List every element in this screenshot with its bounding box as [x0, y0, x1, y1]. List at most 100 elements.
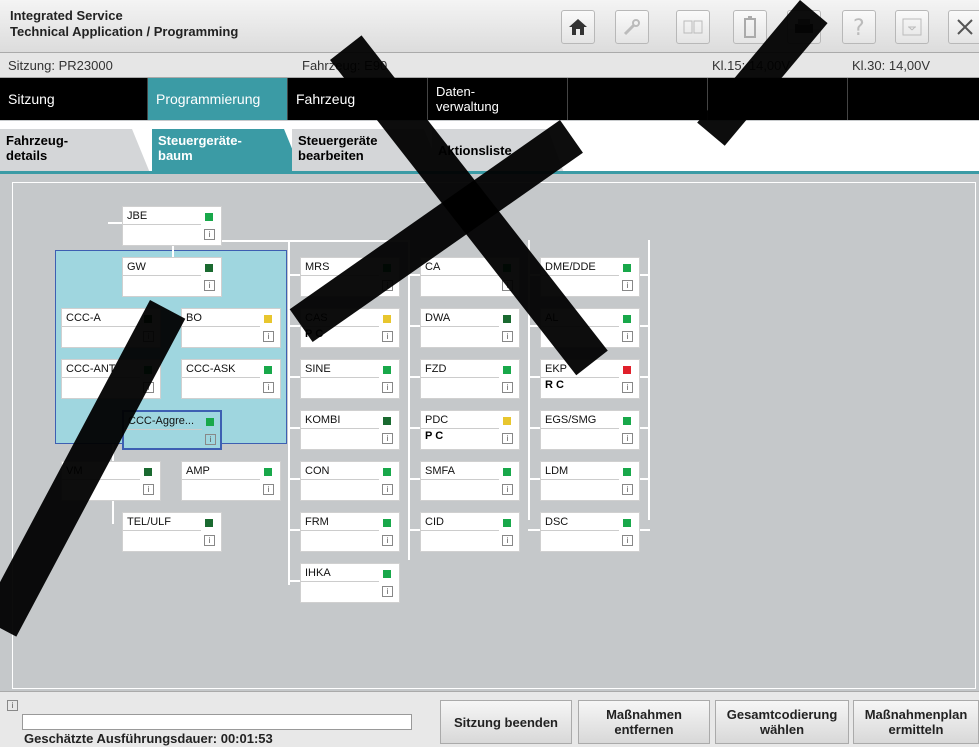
- ecu-node[interactable]: CCC-Aggre... i: [122, 410, 222, 450]
- info-icon[interactable]: i: [263, 382, 274, 393]
- ecu-node[interactable]: PDC P C i: [420, 410, 520, 450]
- app-title: Integrated Service Technical Application…: [10, 8, 239, 39]
- ecu-node[interactable]: CON i: [300, 461, 400, 501]
- ecu-node[interactable]: TEL/ULF i: [122, 512, 222, 552]
- info-icon[interactable]: i: [622, 433, 633, 444]
- ecu-divider: [123, 275, 201, 276]
- info-icon[interactable]: i: [502, 535, 513, 546]
- bottom-panel: i Geschätzte Ausführungsdauer: 00:01:53 …: [0, 691, 979, 747]
- info-icon[interactable]: i: [502, 433, 513, 444]
- info-icon[interactable]: i: [205, 434, 216, 445]
- status-led: [623, 264, 631, 272]
- ecu-node[interactable]: JBE i: [122, 206, 222, 246]
- ecu-node[interactable]: EKP R C i: [540, 359, 640, 399]
- connector-line: [528, 478, 540, 480]
- tab-fahrzeugdetails[interactable]: Fahrzeug-details: [0, 129, 150, 173]
- connector-line: [528, 529, 540, 531]
- ecu-name: IHKA: [305, 567, 331, 579]
- ecu-node[interactable]: SINE i: [300, 359, 400, 399]
- wrench-icon[interactable]: [615, 10, 649, 44]
- split-view-icon[interactable]: [676, 10, 710, 44]
- remove-measures-button[interactable]: Maßnahmen entfernen: [578, 700, 710, 744]
- info-icon[interactable]: i: [502, 382, 513, 393]
- home-icon[interactable]: [561, 10, 595, 44]
- ecu-divider: [541, 428, 619, 429]
- minimize-icon[interactable]: [895, 10, 929, 44]
- ecu-node[interactable]: IHKA i: [300, 563, 400, 603]
- info-icon[interactable]: i: [263, 331, 274, 342]
- info-icon[interactable]: i: [204, 229, 215, 240]
- ecu-divider: [301, 377, 379, 378]
- info-icon[interactable]: i: [382, 484, 393, 495]
- info-icon[interactable]: i: [382, 382, 393, 393]
- battery-icon[interactable]: [733, 10, 767, 44]
- select-overall-coding-button[interactable]: Gesamtcodierung wählen: [715, 700, 849, 744]
- connector-line: [640, 274, 650, 276]
- connector-line: [408, 240, 410, 560]
- ecu-node[interactable]: CCC-ASK i: [181, 359, 281, 399]
- ecu-node[interactable]: CID i: [420, 512, 520, 552]
- ecu-name: BO: [186, 312, 202, 324]
- ecu-flag: P C: [425, 430, 444, 442]
- ecu-node[interactable]: DSC i: [540, 512, 640, 552]
- close-icon[interactable]: [948, 10, 979, 44]
- info-icon[interactable]: i: [502, 331, 513, 342]
- determine-plan-button[interactable]: Maßnahmenplan ermitteln: [853, 700, 979, 744]
- connector-line: [640, 325, 650, 327]
- info-icon[interactable]: i: [382, 433, 393, 444]
- ecu-node[interactable]: GW i: [122, 257, 222, 297]
- info-icon[interactable]: i: [204, 535, 215, 546]
- ecu-divider: [182, 377, 260, 378]
- info-icon[interactable]: i: [502, 484, 513, 495]
- menu-datenverwaltung[interactable]: Daten-verwaltung: [428, 78, 568, 120]
- info-icon[interactable]: i: [622, 535, 633, 546]
- connector-line: [640, 427, 650, 429]
- ecu-name: TEL/ULF: [127, 516, 172, 528]
- ecu-node[interactable]: DWA i: [420, 308, 520, 348]
- status-led: [623, 366, 631, 374]
- menu-sitzung[interactable]: Sitzung: [0, 78, 148, 120]
- end-session-button[interactable]: Sitzung beenden: [440, 700, 572, 744]
- ecu-divider: [301, 530, 379, 531]
- ecu-name: EGS/SMG: [545, 414, 597, 426]
- connector-line: [288, 580, 300, 582]
- status-led: [383, 417, 391, 425]
- ecu-node[interactable]: AMP i: [181, 461, 281, 501]
- ecu-name: FZD: [425, 363, 447, 375]
- ecu-name: SINE: [305, 363, 331, 375]
- info-icon[interactable]: i: [382, 586, 393, 597]
- svg-text:?: ?: [853, 16, 865, 38]
- info-icon[interactable]: i: [622, 280, 633, 291]
- info-icon[interactable]: i: [7, 700, 18, 711]
- info-icon[interactable]: i: [382, 535, 393, 546]
- info-icon[interactable]: i: [143, 484, 154, 495]
- ecu-node[interactable]: FRM i: [300, 512, 400, 552]
- info-icon[interactable]: i: [622, 484, 633, 495]
- ecu-divider: [301, 479, 379, 480]
- ecu-node[interactable]: KOMBI i: [300, 410, 400, 450]
- status-led: [503, 315, 511, 323]
- info-icon[interactable]: i: [382, 331, 393, 342]
- ecu-divider: [182, 479, 260, 480]
- ecu-node[interactable]: BO i: [181, 308, 281, 348]
- info-icon[interactable]: i: [263, 484, 274, 495]
- connector-line: [288, 325, 300, 327]
- menu-programmierung[interactable]: Programmierung: [148, 78, 288, 120]
- info-icon[interactable]: i: [622, 382, 633, 393]
- connector-line: [108, 222, 122, 224]
- status-bar: Sitzung: PR23000 Fahrzeug: E90 Kl.15: 14…: [0, 53, 979, 78]
- info-icon[interactable]: i: [622, 331, 633, 342]
- info-icon[interactable]: i: [204, 280, 215, 291]
- status-led: [264, 315, 272, 323]
- ecu-divider: [421, 479, 499, 480]
- ecu-node[interactable]: LDM i: [540, 461, 640, 501]
- connector-line: [408, 478, 420, 480]
- status-led: [383, 468, 391, 476]
- help-icon[interactable]: ?: [842, 10, 876, 44]
- ecu-node[interactable]: FZD i: [420, 359, 520, 399]
- ecu-node[interactable]: EGS/SMG i: [540, 410, 640, 450]
- ecu-name: KOMBI: [305, 414, 341, 426]
- ecu-name: AMP: [186, 465, 210, 477]
- ecu-node[interactable]: SMFA i: [420, 461, 520, 501]
- tab-steuergeraetebaum[interactable]: Steuergeräte-baum: [152, 129, 302, 173]
